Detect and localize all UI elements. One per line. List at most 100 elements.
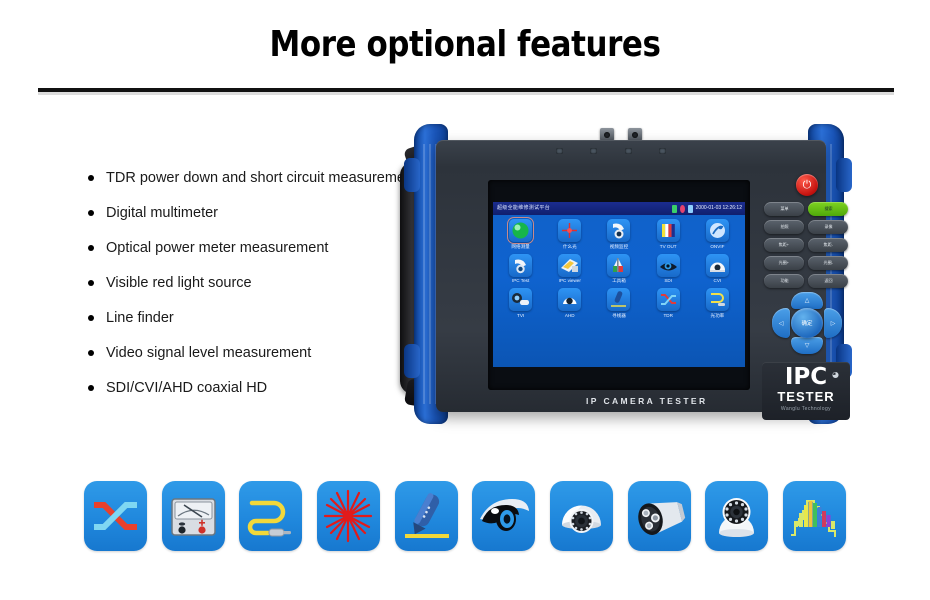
red-laser-source-icon[interactable]	[316, 481, 380, 551]
dpad-left-button[interactable]: ◁	[772, 308, 790, 338]
list-item: SDI/CVI/AHD coaxial HD	[86, 380, 436, 396]
app-tile-toolbox[interactable]: 工具箱	[596, 253, 642, 285]
tdr-icon[interactable]	[84, 481, 147, 551]
back-key[interactable]: 返回	[808, 274, 848, 288]
line-finder-icon	[607, 288, 631, 311]
app-tile-ipc-viewer[interactable]: IPC viewer	[547, 253, 593, 285]
bullet-icon	[88, 175, 94, 181]
led-indicator	[624, 148, 632, 154]
capture-key[interactable]: 拍照	[764, 220, 804, 234]
dpad-right-button[interactable]: ▷	[824, 308, 842, 338]
app-tile-sdi[interactable]: SDI	[645, 253, 691, 285]
app-tile-label: IPC viewer	[558, 278, 581, 283]
optical-power-meter-icon[interactable]	[239, 481, 303, 551]
function-key[interactable]: 功能	[764, 274, 804, 288]
turret-dome-camera-icon[interactable]	[549, 481, 613, 551]
eye-dome-camera-icon[interactable]	[472, 481, 536, 551]
app-tile-label: TV OUT	[659, 243, 677, 249]
app-tile-label: 视频监控	[609, 243, 629, 249]
app-tile-label: 光功率	[710, 312, 725, 318]
list-item: Digital multimeter	[86, 205, 436, 221]
dpad-up-button[interactable]: △	[791, 292, 823, 309]
app-tile-tvi[interactable]: TVI	[498, 288, 544, 319]
ipc-tester-device: 超级全能维修测试平台 2000-01-03 12:26:12 网络测量 什么光 …	[400, 118, 860, 438]
menu-key[interactable]: 菜单	[764, 202, 804, 216]
iris-open-key[interactable]: 光圈+	[764, 256, 804, 270]
left-strap-loop-lower	[404, 344, 420, 378]
app-tile-label: TDR	[663, 312, 673, 318]
sdi-eye-icon	[656, 253, 680, 277]
cvi-dome-icon	[705, 253, 729, 277]
bullet-icon	[88, 245, 94, 251]
toolbox-icon	[607, 253, 631, 277]
app-tile-video[interactable]: 视频监控	[596, 219, 642, 250]
brand-plate: IPC ◕ TESTER Wanglu Technology	[762, 362, 850, 420]
red-crosshair-icon	[558, 219, 582, 242]
app-tile-label: CVI	[713, 278, 722, 283]
iris-close-key[interactable]: 光圈-	[808, 256, 848, 270]
led-indicator-row	[556, 148, 666, 156]
zoom-out-key[interactable]: 焦距-	[808, 238, 848, 252]
app-tile-label: 工具箱	[612, 278, 626, 283]
app-tile-label: 网络测量	[511, 243, 530, 249]
list-item-label: Line finder	[106, 310, 174, 326]
status-bar-clock: 2000-01-03 12:26:12	[695, 205, 742, 211]
left-strap-loop	[404, 158, 420, 192]
bullet-camera-icon[interactable]	[627, 481, 691, 551]
app-tile-line-finder[interactable]: 寻线器	[596, 288, 642, 319]
app-tile-label: AHD	[564, 312, 575, 318]
feature-icon-strip	[84, 480, 846, 552]
app-tile-optical-power[interactable]: 光功率	[694, 288, 740, 319]
power-button[interactable]: ⏻	[796, 174, 818, 196]
brand-company: Wanglu Technology	[780, 406, 832, 412]
battery-icon	[671, 204, 677, 213]
app-tile-infrared[interactable]: 什么光	[547, 219, 593, 250]
app-tile-onvif[interactable]: ONVIF	[694, 219, 740, 250]
dpad: △ ◁ ▷ ▽ 确定	[772, 292, 842, 354]
signal-icon	[687, 204, 693, 213]
line-finder-icon[interactable]	[394, 481, 458, 551]
green-sphere-icon	[507, 217, 535, 244]
search-key[interactable]: 搜索	[808, 202, 848, 216]
app-tile-label: TVI	[517, 312, 525, 318]
app-grid: 网络测量 什么光 视频监控 TV OUT ONVIF IPC Test IPC …	[496, 217, 742, 319]
bezel-branding: IP CAMERA TESTER	[586, 396, 708, 406]
zoom-in-key[interactable]: 焦距+	[764, 238, 804, 252]
multimeter-icon[interactable]	[161, 481, 225, 551]
ipc-test-icon	[509, 253, 533, 277]
app-tile-tdr[interactable]: TDR	[645, 288, 691, 319]
app-tile-ahd[interactable]: AHD	[547, 288, 593, 319]
page-header: More optional features	[0, 0, 930, 100]
list-item-label: Optical power meter measurement	[106, 240, 329, 256]
device-body: 超级全能维修测试平台 2000-01-03 12:26:12 网络测量 什么光 …	[436, 140, 850, 420]
title-divider	[38, 88, 894, 92]
list-item: TDR power down and short circuit measure…	[86, 170, 436, 186]
optical-power-icon	[705, 288, 729, 311]
app-tile-label: 寻线器	[612, 312, 626, 318]
bullet-icon	[88, 315, 94, 321]
app-tile-tv-out[interactable]: TV OUT	[645, 219, 691, 250]
signal-level-chart-icon[interactable]	[782, 481, 846, 551]
ir-dome-camera-icon[interactable]	[705, 481, 769, 551]
app-tile-label: ONVIF	[710, 243, 725, 249]
app-tile-ipc-test[interactable]: IPC Test	[498, 253, 544, 285]
feature-list: TDR power down and short circuit measure…	[86, 170, 436, 415]
bullet-icon	[88, 210, 94, 216]
led-indicator	[590, 148, 598, 154]
list-item: Line finder	[86, 310, 436, 326]
brand-product: TESTER	[777, 389, 835, 404]
app-tile-network[interactable]: 网络测量	[498, 217, 544, 250]
bullet-icon	[88, 385, 94, 391]
dpad-enter-button[interactable]: 确定	[791, 308, 823, 338]
tvi-camera-icon	[509, 288, 533, 311]
record-key[interactable]: 录像	[808, 220, 848, 234]
app-tile-cvi[interactable]: CVI	[694, 253, 740, 285]
dpad-down-button[interactable]: ▽	[791, 337, 823, 354]
status-bar: 超级全能维修测试平台 2000-01-03 12:26:12	[493, 202, 745, 215]
lcd-screen[interactable]: 超级全能维修测试平台 2000-01-03 12:26:12 网络测量 什么光 …	[493, 202, 745, 367]
list-item: Video signal level measurement	[86, 345, 436, 361]
tdr-icon	[656, 288, 680, 311]
onvif-icon	[705, 219, 729, 242]
brand-name-text: IPC	[784, 364, 828, 390]
list-item-label: Visible red light source	[106, 275, 252, 291]
